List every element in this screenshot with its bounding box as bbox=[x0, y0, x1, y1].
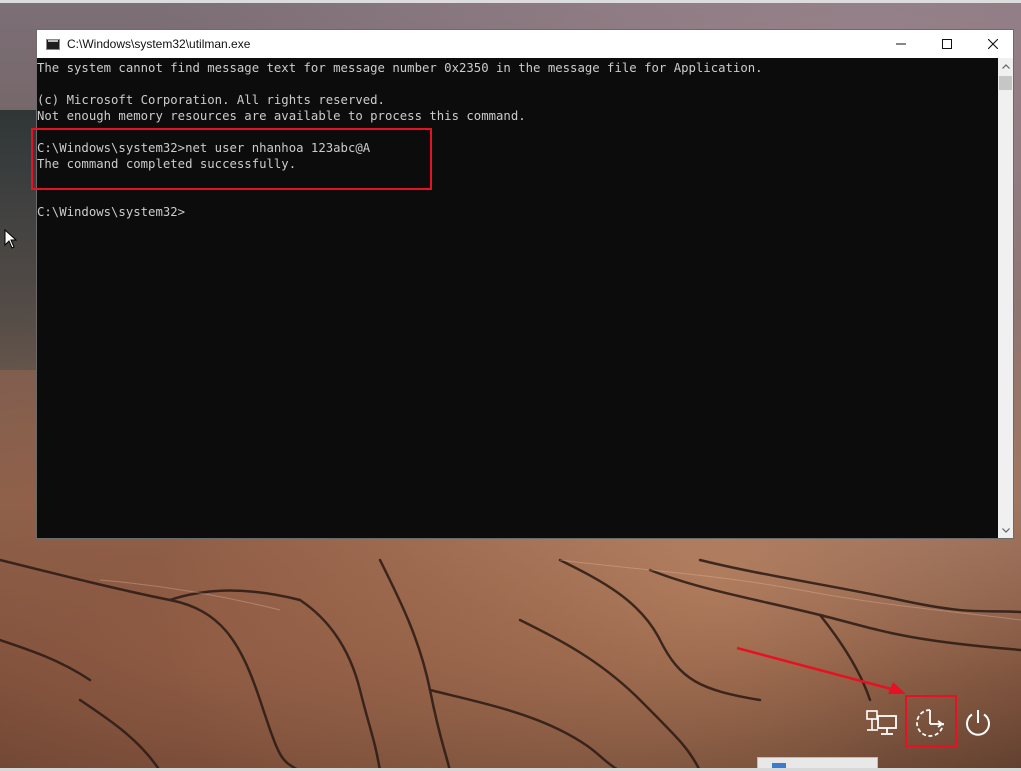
console-line: Not enough memory resources are availabl… bbox=[37, 109, 526, 123]
chevron-down-icon bbox=[1001, 527, 1010, 533]
close-icon bbox=[988, 39, 998, 49]
lock-screen-background: C:\Windows\system32\utilman.exe The syst… bbox=[0, 0, 1021, 771]
command-highlight-box bbox=[31, 128, 432, 190]
mouse-cursor bbox=[4, 229, 18, 249]
maximize-icon bbox=[942, 39, 952, 49]
power-icon-glyph bbox=[966, 710, 990, 736]
window-titlebar[interactable]: C:\Windows\system32\utilman.exe bbox=[37, 30, 1013, 58]
maximize-button[interactable] bbox=[924, 30, 970, 58]
scroll-down-button[interactable] bbox=[998, 522, 1013, 538]
network-icon[interactable] bbox=[865, 706, 899, 740]
power-icon[interactable] bbox=[961, 706, 995, 740]
console-app-icon bbox=[46, 39, 60, 50]
ease-of-access-icon-glyph bbox=[916, 709, 944, 737]
scroll-up-button[interactable] bbox=[998, 58, 1013, 74]
network-icon-glyph bbox=[866, 710, 897, 735]
console-prompt[interactable]: C:\Windows\system32> bbox=[37, 204, 185, 220]
window-title: C:\Windows\system32\utilman.exe bbox=[67, 37, 251, 51]
top-edge bbox=[0, 0, 1021, 3]
scroll-thumb[interactable] bbox=[999, 76, 1012, 90]
vertical-scrollbar[interactable] bbox=[998, 58, 1013, 538]
console-line: (c) Microsoft Corporation. All rights re… bbox=[37, 93, 385, 107]
console-line: The system cannot find message text for … bbox=[37, 61, 763, 75]
minimize-icon bbox=[896, 43, 906, 45]
chevron-up-icon bbox=[1001, 63, 1010, 69]
minimize-button[interactable] bbox=[878, 30, 924, 58]
console-window[interactable]: C:\Windows\system32\utilman.exe The syst… bbox=[36, 29, 1014, 539]
close-button[interactable] bbox=[970, 30, 1016, 58]
ease-of-access-icon[interactable] bbox=[913, 706, 947, 740]
